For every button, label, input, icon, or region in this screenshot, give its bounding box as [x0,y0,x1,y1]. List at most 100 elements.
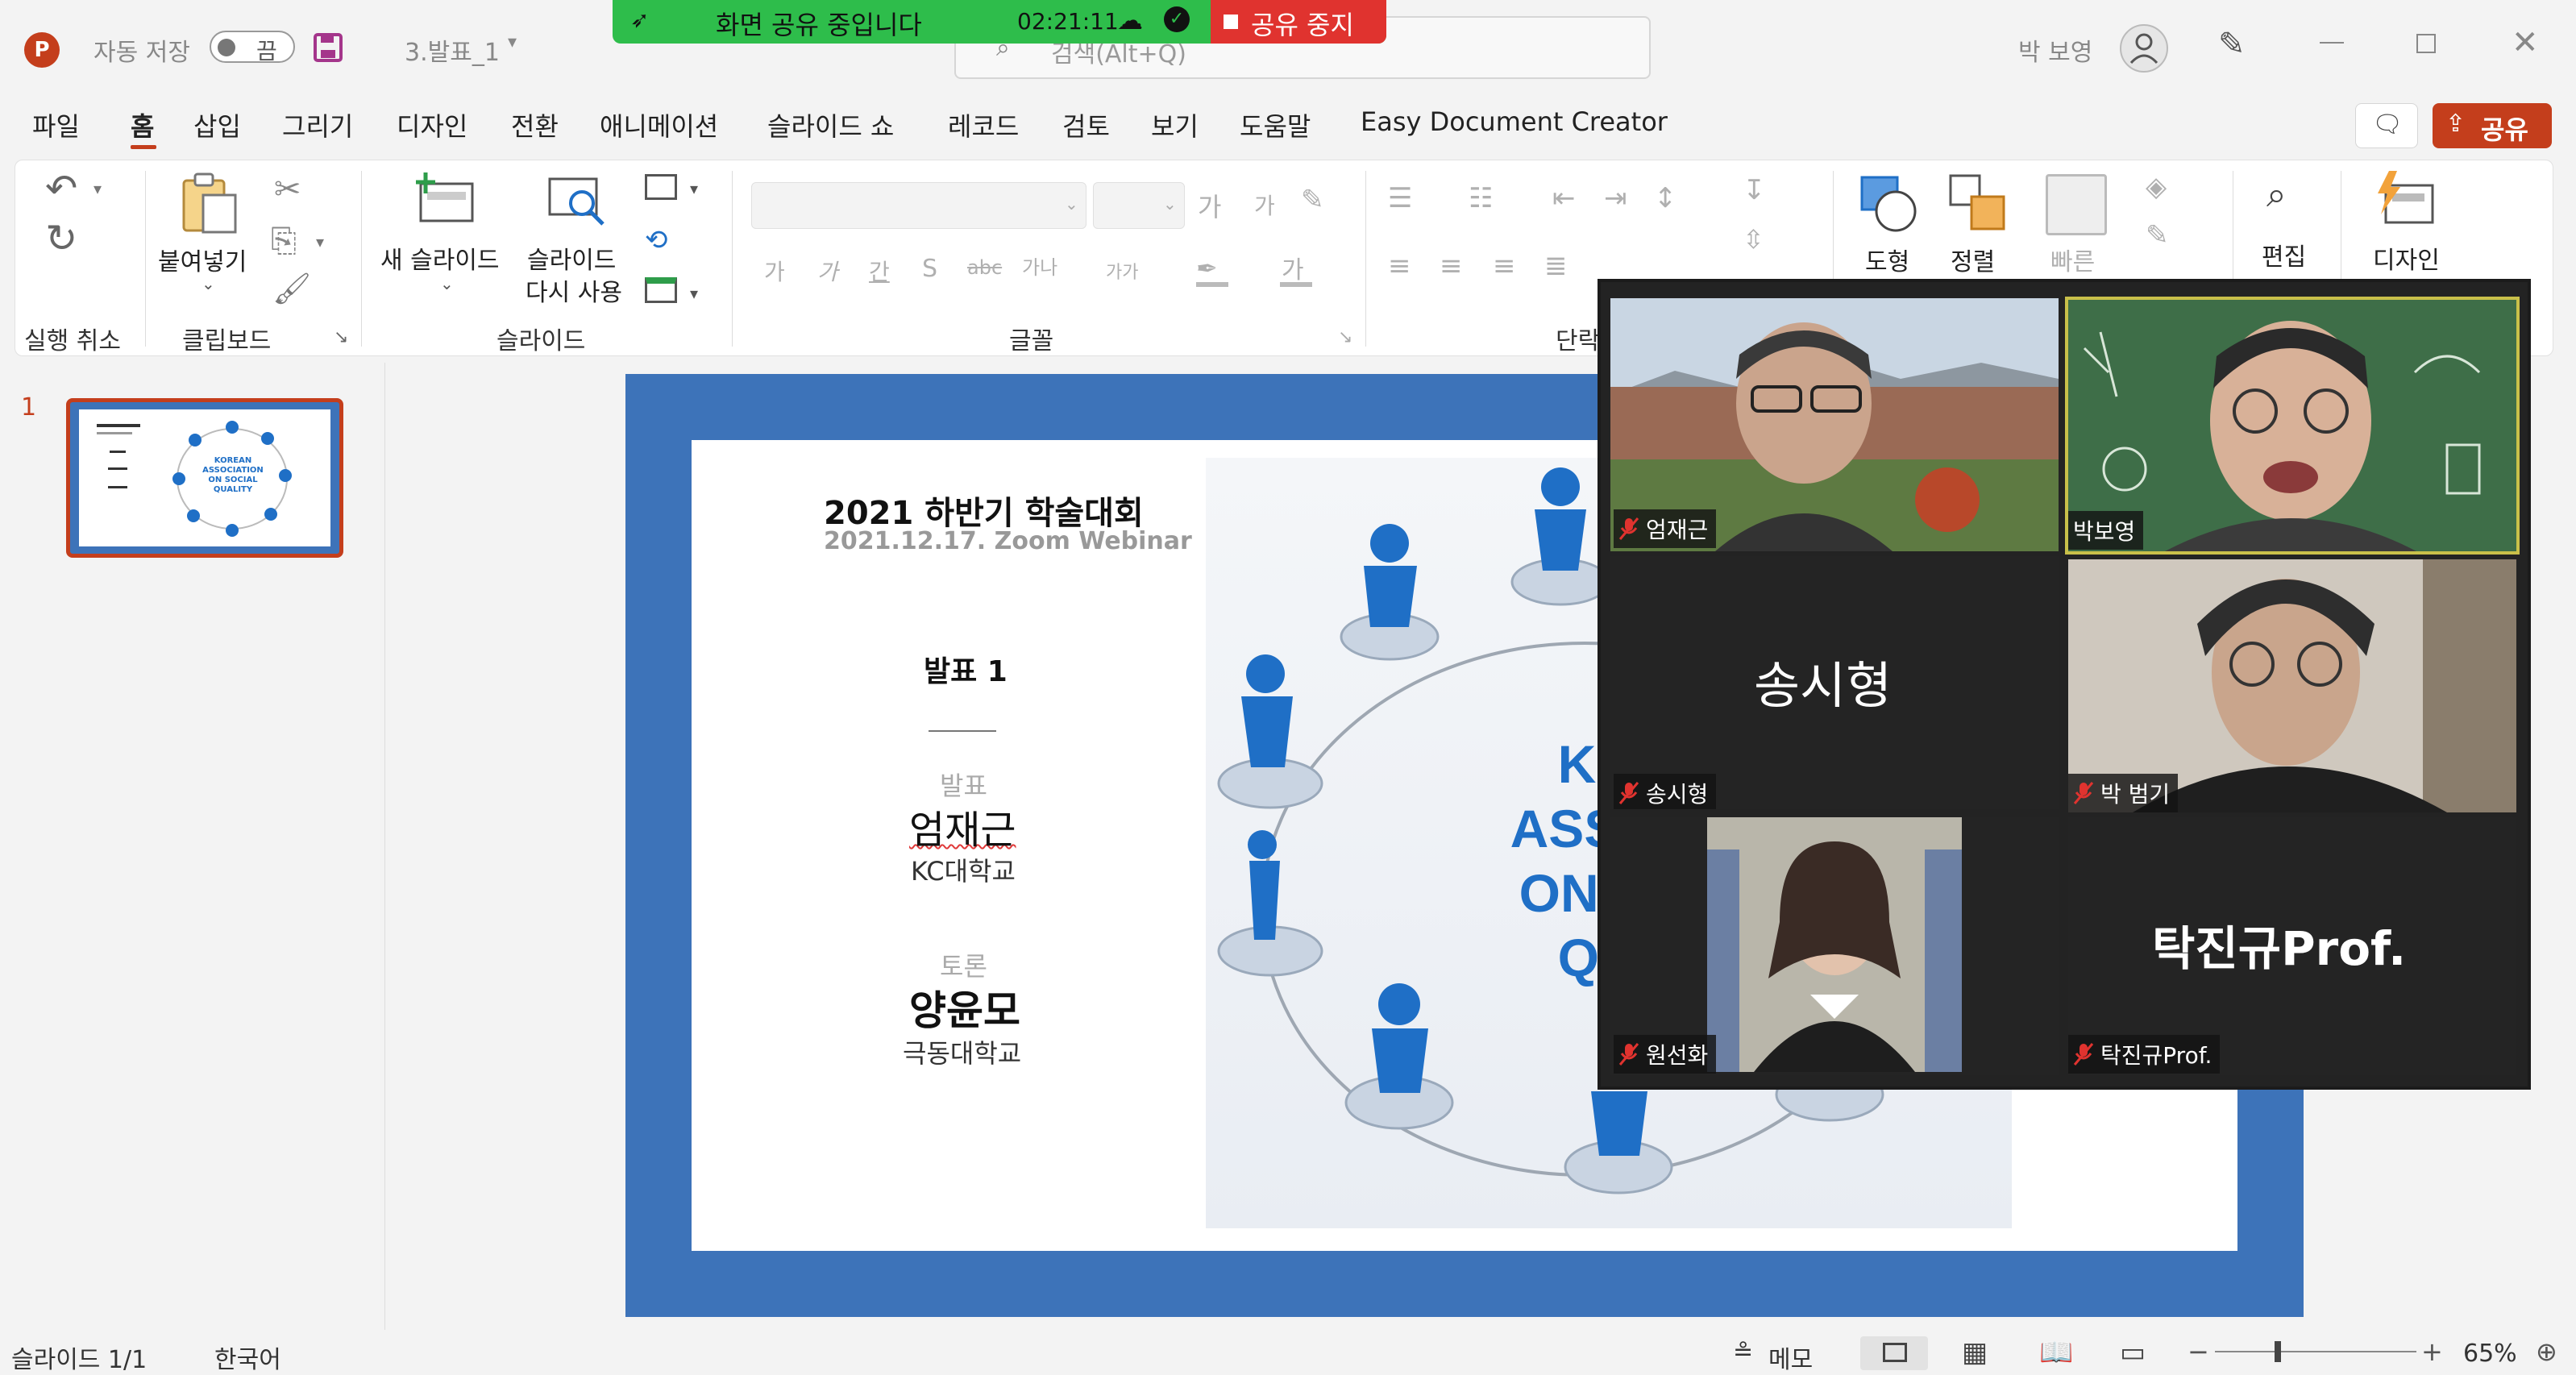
participant-tile[interactable]: 엄재근 [1610,298,2059,551]
font-size-combobox[interactable]: ⌄ [1093,182,1185,229]
paste-icon[interactable] [179,171,240,235]
layout-icon[interactable] [645,174,677,200]
editing-label[interactable]: 편집 [2262,237,2306,272]
shapes-label[interactable]: 도형 [1865,242,1909,277]
file-name[interactable]: 3.발표_1 [405,32,500,68]
section-dropdown-icon[interactable]: ▾ [690,284,698,303]
close-icon[interactable]: ✕ [2512,24,2539,61]
tab-animations[interactable]: 애니메이션 [600,106,718,143]
discussant-name[interactable]: 양윤모 [909,978,1020,1036]
paste-dropdown-icon[interactable]: ⌄ [202,274,215,293]
comments-button[interactable]: 🗨 [2355,103,2418,148]
tab-easy-document-creator[interactable]: Easy Document Creator [1361,106,1668,137]
decrease-font-size-icon[interactable]: 가 [1254,189,1275,221]
increase-indent-icon[interactable]: ⇥ [1604,182,1627,214]
tab-review[interactable]: 검토 [1062,106,1110,143]
align-left-icon[interactable]: ≡ [1388,250,1411,282]
tab-design[interactable]: 디자인 [397,106,467,143]
zoom-level[interactable]: 65% [2463,1340,2517,1368]
pen-icon[interactable]: ✎ [2218,26,2246,63]
zoom-in-icon[interactable]: + [2421,1336,2443,1367]
participant-tile[interactable]: 탁진규Prof. 탁진규Prof. [2068,817,2516,1075]
tab-record[interactable]: 레코드 [948,106,1019,143]
font-color-button[interactable]: 가 [1282,250,1304,285]
font-name-combobox[interactable]: ⌄ [751,182,1086,229]
slide-counter[interactable]: 슬라이드 1/1 [11,1340,147,1375]
underline-button[interactable]: 간 [869,255,890,287]
bold-button[interactable]: 가 [764,255,785,287]
copy-icon[interactable]: ⎘ [271,222,297,260]
text-direction-icon[interactable]: ↧ [1743,174,1766,206]
strikethrough-button[interactable]: abc [967,256,1002,279]
tab-transitions[interactable]: 전환 [511,106,559,143]
shapes-icon[interactable] [1859,172,1920,234]
notes-icon[interactable]: ≗ [1733,1338,1753,1366]
discussant-affiliation[interactable]: 극동대학교 [903,1033,1021,1070]
presenter-affiliation[interactable]: KC대학교 [911,851,1016,888]
numbering-icon[interactable]: ☷ [1469,182,1493,214]
restore-icon[interactable] [2416,34,2436,53]
format-painter-icon[interactable]: 🖌 [272,271,311,307]
bullets-icon[interactable]: ☰ [1388,182,1412,214]
shape-outline-icon[interactable]: ✎ [2146,219,2169,251]
slide-sorter-icon[interactable]: ▦ [1962,1336,1988,1369]
decrease-indent-icon[interactable]: ⇤ [1552,182,1576,214]
new-slide-label[interactable]: 새 슬라이드 [380,240,500,276]
avatar[interactable] [2120,24,2168,73]
reuse-slides-label-1[interactable]: 슬라이드 [527,240,616,276]
italic-button[interactable]: 가 [817,255,838,287]
zoom-out-icon[interactable]: − [2188,1336,2209,1367]
line-spacing-icon[interactable]: ↕ [1654,182,1677,214]
reading-view-icon[interactable]: 📖 [2039,1336,2073,1369]
align-center-icon[interactable]: ≡ [1440,250,1463,282]
arrange-icon[interactable] [1947,172,2009,234]
quick-styles-icon[interactable] [2046,174,2107,235]
clipboard-launcher-icon[interactable]: ↘ [334,327,348,347]
slide-subtitle[interactable]: 2021.12.17. Zoom Webinar [824,527,1192,555]
participant-tile-active-speaker[interactable]: 박보영 [2065,297,2520,555]
normal-view-button[interactable] [1860,1336,1928,1370]
tab-home[interactable]: 홈 [131,106,154,143]
tab-help[interactable]: 도움말 [1240,106,1311,143]
participant-tile[interactable]: 박 범기 [2068,559,2516,812]
reset-icon[interactable]: ⟲ [645,224,668,256]
presenter-name[interactable]: 엄재근 [909,798,1016,854]
designer-icon[interactable] [2373,169,2437,231]
cut-icon[interactable]: ✂ [274,171,301,208]
zoom-slider-thumb[interactable] [2275,1341,2281,1362]
session-label[interactable]: 발표 1 [924,648,1008,690]
increase-font-size-icon[interactable]: 가 [1198,187,1221,224]
autosave-toggle[interactable]: 끔 [210,31,295,64]
file-name-chevron-icon[interactable]: ▾ [508,32,517,52]
zoom-slider[interactable] [2215,1341,2416,1362]
notes-button[interactable]: 메모 [1768,1340,1813,1375]
arrange-label[interactable]: 정렬 [1951,242,1995,277]
designer-label[interactable]: 디자인 [2373,240,2440,276]
clear-formatting-icon[interactable]: ✎ [1301,184,1324,216]
stop-share-button[interactable]: 공유 중지 [1211,0,1386,44]
highlight-icon[interactable]: ✒ [1196,253,1218,284]
shadow-button[interactable]: S [922,255,937,283]
undo-icon[interactable]: ↶ [45,166,77,211]
redo-icon[interactable]: ↻ [45,216,77,261]
tab-draw[interactable]: 그리기 [282,106,353,143]
slideshow-icon[interactable]: ▭ [2120,1336,2146,1369]
paste-label[interactable]: 붙여넣기 [158,242,247,277]
tab-file[interactable]: 파일 [32,106,80,143]
participant-tile[interactable]: 송시형 송시형 [1610,556,2059,809]
undo-dropdown-icon[interactable]: ▾ [93,179,102,198]
change-case-button[interactable]: 가가 [1106,258,1138,284]
font-launcher-icon[interactable]: ↘ [1338,327,1352,347]
section-icon[interactable] [645,277,677,303]
tab-view[interactable]: 보기 [1151,106,1199,143]
minimize-icon[interactable] [2320,42,2344,44]
quick-styles-label[interactable]: 빠른 [2050,242,2095,277]
character-spacing-button[interactable]: 가나 [1022,251,1057,280]
layout-dropdown-icon[interactable]: ▾ [690,179,698,198]
reuse-slides-label-2[interactable]: 다시 사용 [526,272,622,308]
shape-fill-icon[interactable]: ◈ [2146,171,2167,203]
new-slide-dropdown-icon[interactable]: ⌄ [440,274,454,293]
tab-insert[interactable]: 삽입 [193,106,241,143]
fit-to-window-icon[interactable]: ⊕ [2536,1336,2557,1367]
language-indicator[interactable]: 한국어 [214,1340,281,1375]
